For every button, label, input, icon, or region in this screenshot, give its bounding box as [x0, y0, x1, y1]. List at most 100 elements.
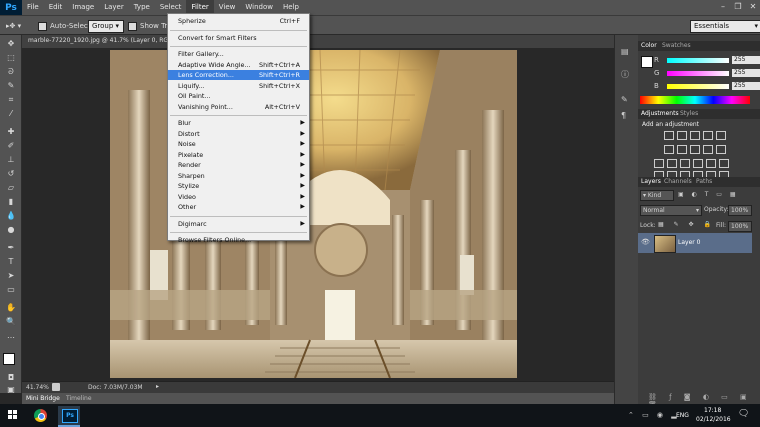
tab-layers[interactable]: Layers: [641, 178, 661, 185]
taskbar-photoshop[interactable]: Ps: [58, 406, 80, 427]
menu-type[interactable]: Type: [129, 0, 155, 15]
menu-image[interactable]: Image: [67, 0, 99, 15]
healing-tool-icon[interactable]: ✚: [5, 127, 17, 137]
filter-menu-item-lens-correction[interactable]: Lens Correction... Shift+Ctrl+R: [168, 70, 309, 80]
layer-name[interactable]: Layer 0: [678, 239, 700, 246]
layer-row[interactable]: 👁 Layer 0: [638, 233, 752, 253]
lasso-tool-icon[interactable]: ᘐ: [5, 67, 17, 77]
menu-layer[interactable]: Layer: [99, 0, 129, 15]
adjustment-posterize-icon[interactable]: [680, 159, 690, 168]
chrome-icon[interactable]: [34, 409, 47, 422]
filter-menu-item-convert-for-smart-filters[interactable]: Convert for Smart Filters: [168, 33, 309, 43]
tab-channels[interactable]: Channels: [664, 178, 692, 185]
minimize-icon[interactable]: –: [716, 1, 730, 13]
tab-styles[interactable]: Styles: [680, 110, 698, 117]
adjustment-hue-saturation-icon[interactable]: [664, 145, 674, 154]
tab-paths[interactable]: Paths: [696, 178, 712, 185]
close-icon[interactable]: ✕: [746, 1, 760, 13]
filter-menu-item-distort[interactable]: Distort ▶: [168, 129, 309, 139]
filter-menu-item-pixelate[interactable]: Pixelate ▶: [168, 150, 309, 160]
adjustment-brightness-icon[interactable]: [664, 131, 674, 140]
adjustment-color-lookup-icon[interactable]: [654, 159, 664, 168]
menu-file[interactable]: File: [22, 0, 44, 15]
tray-icons[interactable]: ⌃ ▭ ◉ ▂: [628, 411, 680, 419]
tab-timeline[interactable]: Timeline: [66, 395, 92, 402]
document-tab[interactable]: marble-77220_1920.jpg @ 41.7% (Layer 0, …: [22, 35, 614, 48]
foreground-color-swatch[interactable]: [3, 353, 15, 365]
eraser-tool-icon[interactable]: ▱: [5, 183, 17, 193]
move-tool-icon[interactable]: ▸✥ ▾: [6, 20, 21, 32]
hand-tool-icon[interactable]: ✋: [5, 303, 17, 313]
workspace-dropdown[interactable]: Essentials ▾: [690, 20, 760, 33]
filter-menu-item-stylize[interactable]: Stylize ▶: [168, 181, 309, 191]
clock-date[interactable]: 02/12/2016: [696, 416, 731, 423]
red-slider[interactable]: R 255: [654, 56, 760, 64]
adjustment-vibrance-icon[interactable]: [716, 131, 726, 140]
group-dropdown[interactable]: Group ▾: [88, 20, 124, 33]
blend-mode-dropdown[interactable]: Normal ▾: [640, 205, 702, 216]
layer-filter-icons[interactable]: ▣ ◐ T ▭ ▦: [678, 191, 739, 198]
adjustment-exposure-icon[interactable]: [703, 131, 713, 140]
tab-adjustments[interactable]: Adjustments: [641, 110, 679, 117]
zoom-level[interactable]: 41.74%: [26, 384, 49, 391]
adjustment-levels-icon[interactable]: [677, 131, 687, 140]
gradient-tool-icon[interactable]: ▮: [5, 197, 17, 207]
quick-select-tool-icon[interactable]: ✎: [5, 81, 17, 91]
green-value[interactable]: 255: [732, 69, 760, 77]
filter-menu-item-digimarc[interactable]: Digimarc ▶: [168, 219, 309, 229]
color-spectrum[interactable]: [640, 96, 750, 104]
restore-icon[interactable]: ❐: [731, 1, 745, 13]
filter-menu-item-render[interactable]: Render ▶: [168, 160, 309, 170]
layer-kind-filter[interactable]: ▾ Kind: [640, 190, 674, 201]
shape-tool-icon[interactable]: ▭: [5, 285, 17, 295]
red-value[interactable]: 255: [732, 56, 760, 64]
clock-time[interactable]: 17:18: [704, 407, 721, 414]
filter-menu-item-sharpen[interactable]: Sharpen ▶: [168, 171, 309, 181]
filter-menu-item-browse-filters-online[interactable]: Browse Filters Online...: [168, 235, 309, 245]
history-brush-icon[interactable]: ↺: [5, 169, 17, 179]
tab-swatches[interactable]: Swatches: [662, 42, 691, 49]
eyedropper-tool-icon[interactable]: ⁄: [5, 109, 17, 119]
lock-icons[interactable]: ▦ ✎ ✥ 🔒: [658, 221, 715, 228]
status-menu-arrow-icon[interactable]: ▸: [156, 383, 159, 390]
auto-select-checkbox[interactable]: Auto-Select:: [38, 20, 93, 32]
move-tool-icon[interactable]: ✥: [5, 39, 17, 49]
filter-menu-item-liquify[interactable]: Liquify... Shift+Ctrl+X: [168, 81, 309, 91]
blue-slider[interactable]: B 255: [654, 82, 760, 90]
tab-mini-bridge[interactable]: Mini Bridge: [26, 395, 60, 402]
pen-tool-icon[interactable]: ✒: [5, 243, 17, 253]
adjustment-selective-color-icon[interactable]: [719, 159, 729, 168]
filter-menu-item-other[interactable]: Other ▶: [168, 202, 309, 212]
opacity-input[interactable]: 100%: [728, 205, 752, 216]
tab-color[interactable]: Color: [641, 42, 657, 49]
filter-menu-item-adaptive-wide-angle[interactable]: Adaptive Wide Angle... Shift+Ctrl+A: [168, 60, 309, 70]
marquee-tool-icon[interactable]: ⬚: [5, 53, 17, 63]
notifications-icon[interactable]: 🗨: [738, 409, 749, 419]
more-tools-icon[interactable]: …: [5, 331, 17, 341]
color-fg-swatch[interactable]: [641, 56, 653, 68]
blur-tool-icon[interactable]: 💧: [5, 211, 17, 221]
filter-menu-item-noise[interactable]: Noise ▶: [168, 139, 309, 149]
fill-input[interactable]: 100%: [728, 221, 752, 232]
filter-menu-item-blur[interactable]: Blur ▶: [168, 118, 309, 128]
brush-panel-icon[interactable]: ✎: [621, 95, 628, 104]
adjustment-gradient-map-icon[interactable]: [706, 159, 716, 168]
adjustment-photo-filter-icon[interactable]: [703, 145, 713, 154]
adjustment-channel-mixer-icon[interactable]: [716, 145, 726, 154]
brush-tool-icon[interactable]: ✐: [5, 141, 17, 151]
blue-value[interactable]: 255: [732, 82, 760, 90]
language-indicator[interactable]: ENG: [676, 412, 689, 419]
windows-start-icon[interactable]: [8, 410, 18, 420]
quick-mask-icon[interactable]: ◘: [5, 373, 17, 383]
adjustment-black-white-icon[interactable]: [690, 145, 700, 154]
filter-menu-item-video[interactable]: Video ▶: [168, 192, 309, 202]
share-icon[interactable]: [52, 383, 60, 391]
dodge-tool-icon[interactable]: ●: [5, 225, 17, 235]
paragraph-panel-icon[interactable]: ¶: [621, 111, 626, 120]
filter-menu-item-oil-paint[interactable]: Oil Paint...: [168, 91, 309, 101]
adjustment-color-balance-icon[interactable]: [677, 145, 687, 154]
filter-menu-item-spherize[interactable]: Spherize Ctrl+F: [168, 16, 309, 26]
filter-menu-item-filter-gallery[interactable]: Filter Gallery...: [168, 49, 309, 59]
history-panel-icon[interactable]: ▤: [621, 47, 629, 56]
filter-menu-item-vanishing-point[interactable]: Vanishing Point... Alt+Ctrl+V: [168, 102, 309, 112]
